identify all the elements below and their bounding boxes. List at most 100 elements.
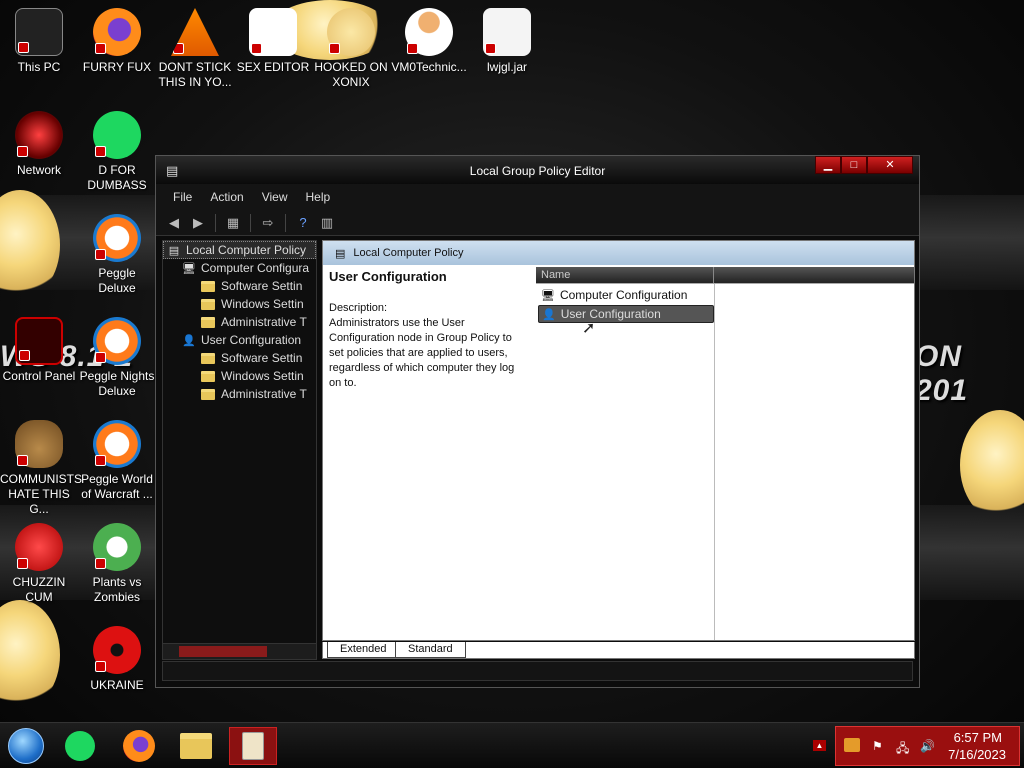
app-tray-icon[interactable] — [844, 738, 860, 752]
desktop-icon[interactable]: COMMUNISTS HATE THIS G... — [0, 420, 82, 517]
desktop-icon-label: Peggle Deluxe — [98, 266, 136, 295]
desktop-icon[interactable]: FURRY FUX — [78, 8, 156, 75]
desktop-icon[interactable]: Peggle Nights Deluxe — [78, 317, 156, 399]
java-icon — [483, 8, 531, 56]
tree-item-label: Windows Settin — [221, 369, 304, 383]
tree-item[interactable]: Administrative T — [163, 313, 316, 331]
computer-icon: 🖥 — [182, 262, 196, 275]
menu-file[interactable]: File — [164, 190, 201, 204]
details-header: ▤ Local Computer Policy — [323, 241, 914, 265]
menu-action[interactable]: Action — [201, 190, 252, 204]
desktop-icon-label: VM0Technic... — [391, 60, 467, 74]
details-pane: ▤ Local Computer Policy User Configurati… — [322, 240, 915, 641]
group-policy-window[interactable]: ▤ Local Group Policy Editor ▁ □ ✕ File A… — [155, 155, 920, 688]
desktop-icon[interactable]: HOOKED ON XONIX — [312, 8, 390, 90]
firefox-icon — [93, 8, 141, 56]
tree-item-label: User Configuration — [201, 333, 302, 347]
tree-item-label: Windows Settin — [221, 297, 304, 311]
tab-standard[interactable]: Standard — [395, 642, 466, 658]
tree-item[interactable]: Software Settin — [163, 349, 316, 367]
desktop-icon[interactable]: SEX EDITOR — [234, 8, 312, 75]
folder-icon — [201, 388, 215, 400]
list-item-computer-configuration[interactable]: 🖥 Computer Configuration — [538, 286, 714, 304]
desktop-icon[interactable]: UKRAINE — [78, 626, 156, 693]
desktop-icon[interactable]: Control Panel — [0, 317, 78, 384]
minimize-button[interactable]: ▁ — [815, 156, 841, 174]
volume-icon[interactable]: 🔊 — [920, 739, 935, 753]
start-button[interactable] — [2, 727, 50, 765]
menu-bar: File Action View Help — [156, 184, 919, 210]
tree-item[interactable]: Administrative T — [163, 385, 316, 403]
maximize-button[interactable]: □ — [841, 156, 867, 174]
list-item-user-configuration[interactable]: 👤 User Configuration — [538, 305, 714, 323]
tree-item[interactable]: 👤 User Configuration — [163, 331, 316, 349]
network-icon[interactable]: 🖧 — [896, 739, 909, 760]
tree-item[interactable]: Windows Settin — [163, 367, 316, 385]
back-arrow-icon[interactable]: ◀ — [164, 213, 184, 233]
desktop-icon[interactable]: Network — [0, 111, 78, 178]
window-title: Local Group Policy Editor — [469, 164, 606, 178]
column-header-empty[interactable] — [714, 267, 914, 283]
close-button[interactable]: ✕ — [867, 156, 913, 174]
list-item-label: User Configuration — [560, 307, 661, 321]
desktop-icon-label: COMMUNISTS HATE THIS G... — [0, 472, 82, 516]
forward-arrow-icon[interactable]: ▶ — [188, 213, 208, 233]
taskbar-firefox[interactable] — [115, 727, 163, 765]
view-tabs: Extended Standard — [322, 642, 915, 659]
menu-help[interactable]: Help — [297, 190, 340, 204]
clock-date[interactable]: 7/16/2023 — [948, 747, 1006, 762]
shortcut-arrow-icon — [485, 43, 496, 54]
computer-icon: 🖥 — [541, 289, 555, 302]
show-hide-tree-icon[interactable]: ▦ — [223, 213, 243, 233]
help-icon[interactable]: ? — [293, 213, 313, 233]
desktop-icon[interactable]: lwjgl.jar — [468, 8, 546, 75]
shortcut-arrow-icon — [17, 558, 28, 569]
taskbar-spotify[interactable] — [56, 727, 104, 765]
title-bar[interactable]: ▤ Local Group Policy Editor ▁ □ ✕ — [156, 156, 919, 184]
taskbar-file-explorer[interactable] — [172, 727, 220, 765]
desktop-icon[interactable]: This PC — [0, 8, 78, 75]
desktop-icon[interactable]: DONT STICK THIS IN YO... — [156, 8, 234, 90]
desktop-icon[interactable]: CHUZZIN CUM — [0, 523, 78, 605]
action-center-flag-icon[interactable]: ⚑ — [872, 739, 883, 753]
tree-item[interactable]: Software Settin — [163, 277, 316, 295]
desktop-icon[interactable]: Plants vs Zombies — [78, 523, 156, 605]
tree-item[interactable]: 🖥 Computer Configura — [163, 259, 316, 277]
desktop-icon-label: Control Panel — [2, 369, 76, 383]
clock-time[interactable]: 6:57 PM — [954, 730, 1002, 745]
folder-icon — [201, 352, 215, 364]
desktop-icon[interactable]: D FOR DUMBASS — [78, 111, 156, 193]
desktop-icon[interactable]: VM0Technic... — [390, 8, 468, 75]
tray-expand-icon[interactable]: ▲ — [813, 740, 826, 751]
tree-item[interactable]: Windows Settin — [163, 295, 316, 313]
taskbar-group-policy[interactable] — [229, 727, 277, 765]
peggle-icon — [93, 214, 141, 262]
wallpaper-sticker — [960, 410, 1024, 520]
tree-item-root[interactable]: ▤ Local Computer Policy — [163, 241, 316, 259]
money-bag-icon — [15, 420, 63, 468]
desktop-icon[interactable]: Peggle Deluxe — [78, 214, 156, 296]
spotify-icon — [93, 111, 141, 159]
desktop-icon[interactable]: Peggle World of Warcraft ... — [78, 420, 156, 502]
spotify-icon — [65, 731, 95, 761]
export-list-icon[interactable]: ⇨ — [258, 213, 278, 233]
console-tree[interactable]: ▤ Local Computer Policy 🖥 Computer Config… — [162, 240, 317, 660]
column-header-name[interactable]: Name — [536, 267, 714, 283]
policy-scroll-icon: ▤ — [168, 244, 180, 257]
firefox-icon — [123, 730, 155, 762]
description-title: User Configuration — [329, 269, 447, 284]
user-icon: 👤 — [542, 308, 556, 321]
scrollbar-thumb[interactable] — [179, 646, 267, 657]
description-text: Administrators use the User Configuratio… — [329, 317, 515, 389]
folder-icon — [201, 280, 215, 292]
menu-view[interactable]: View — [253, 190, 297, 204]
properties-icon[interactable]: ▥ — [317, 213, 337, 233]
tab-extended[interactable]: Extended — [327, 642, 400, 658]
chuzzle-icon — [15, 523, 63, 571]
toolbar-divider — [285, 213, 286, 232]
desktop-icon-label: Peggle Nights Deluxe — [79, 369, 155, 398]
wallpaper-sticker — [0, 600, 60, 710]
horizontal-scrollbar[interactable] — [163, 643, 316, 659]
desktop-icon-label: D FOR DUMBASS — [87, 163, 147, 192]
control-panel-icon — [15, 317, 63, 365]
